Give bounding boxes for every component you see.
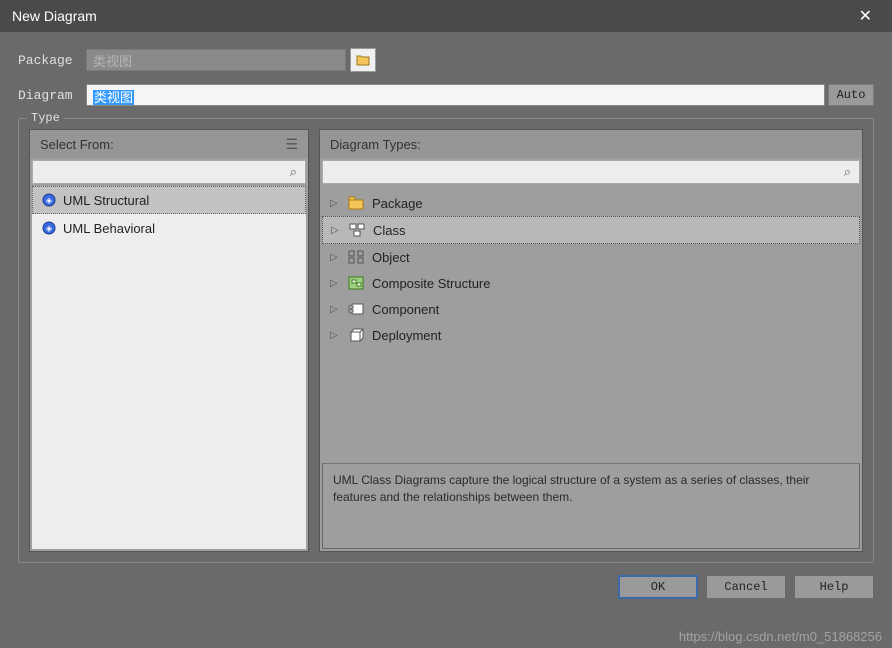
diagram-types-list: ▷ Package ▷ Class ▷ Object — [320, 186, 862, 459]
diagram-types-search[interactable]: ⌕ — [322, 160, 860, 184]
folder-icon — [356, 54, 370, 66]
diagram-types-panel: Diagram Types: ⌕ ▷ Package ▷ Class — [319, 129, 863, 552]
object-icon — [348, 249, 364, 265]
list-item-uml-structural[interactable]: ◈ UML Structural — [32, 186, 306, 214]
diagram-row: Diagram 类视图 Auto — [18, 84, 874, 106]
uml-icon: ◈ — [41, 220, 57, 236]
uml-icon: ◈ — [41, 192, 57, 208]
auto-button[interactable]: Auto — [828, 84, 874, 106]
close-icon[interactable]: ✕ — [851, 2, 880, 30]
package-row: Package — [18, 48, 874, 72]
deployment-icon — [348, 327, 364, 343]
select-from-header: Select From: ☰ — [30, 130, 308, 158]
select-from-search[interactable]: ⌕ — [32, 160, 306, 184]
search-icon: ⌕ — [844, 164, 851, 180]
dialog-footer: OK Cancel Help — [18, 575, 874, 599]
dialog-body: Package Diagram 类视图 Auto Type Select Fro… — [0, 32, 892, 648]
package-label: Package — [18, 53, 86, 68]
chevron-right-icon[interactable]: ▷ — [331, 225, 341, 236]
tree-item-component[interactable]: ▷ Component — [322, 296, 860, 322]
window-title: New Diagram — [12, 8, 97, 24]
type-legend: Type — [27, 111, 64, 125]
chevron-right-icon[interactable]: ▷ — [330, 198, 340, 209]
type-group: Type Select From: ☰ ⌕ ◈ UML Structural ◈ — [18, 118, 874, 563]
package-input[interactable] — [86, 49, 346, 71]
tree-item-deployment[interactable]: ▷ Deployment — [322, 322, 860, 348]
cancel-button[interactable]: Cancel — [706, 575, 786, 599]
menu-icon[interactable]: ☰ — [285, 136, 298, 153]
help-button[interactable]: Help — [794, 575, 874, 599]
tree-item-package[interactable]: ▷ Package — [322, 190, 860, 216]
tree-item-composite[interactable]: ▷ Composite Structure — [322, 270, 860, 296]
list-item-uml-behavioral[interactable]: ◈ UML Behavioral — [32, 214, 306, 242]
svg-text:◈: ◈ — [46, 196, 53, 205]
svg-text:◈: ◈ — [46, 224, 53, 233]
composite-icon — [348, 275, 364, 291]
package-icon — [348, 195, 364, 211]
diagram-input[interactable]: 类视图 — [86, 84, 825, 106]
search-icon: ⌕ — [290, 164, 297, 180]
diagram-label: Diagram — [18, 88, 86, 103]
chevron-right-icon[interactable]: ▷ — [330, 252, 340, 263]
select-from-panel: Select From: ☰ ⌕ ◈ UML Structural ◈ UML … — [29, 129, 309, 552]
class-icon — [349, 222, 365, 238]
browse-package-button[interactable] — [350, 48, 376, 72]
tree-item-object[interactable]: ▷ Object — [322, 244, 860, 270]
titlebar: New Diagram ✕ — [0, 0, 892, 32]
chevron-right-icon[interactable]: ▷ — [330, 304, 340, 315]
chevron-right-icon[interactable]: ▷ — [330, 330, 340, 341]
chevron-right-icon[interactable]: ▷ — [330, 278, 340, 289]
description-box: UML Class Diagrams capture the logical s… — [322, 463, 860, 549]
ok-button[interactable]: OK — [618, 575, 698, 599]
component-icon — [348, 301, 364, 317]
tree-item-class[interactable]: ▷ Class — [322, 216, 860, 244]
select-from-list: ◈ UML Structural ◈ UML Behavioral — [32, 186, 306, 549]
diagram-types-header: Diagram Types: — [320, 130, 862, 158]
